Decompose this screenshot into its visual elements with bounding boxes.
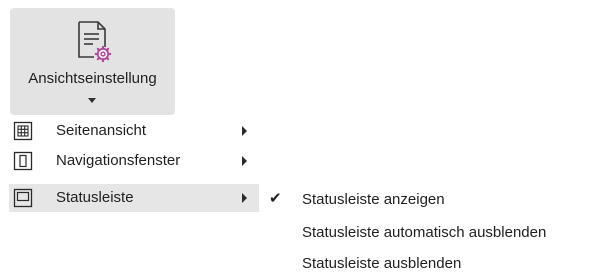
chevron-right-icon (242, 156, 247, 166)
submenu-item-label: Statusleiste automatisch ausblenden (302, 224, 547, 241)
submenu-item-hide-status-bar[interactable]: Statusleiste ausblenden (259, 249, 592, 279)
menu-item-navigation-pane[interactable]: Navigationsfenster (9, 147, 259, 175)
navigation-pane-icon (13, 151, 33, 171)
submenu-item-label: Statusleiste anzeigen (302, 191, 445, 208)
checkmark-icon: ✔ (269, 190, 282, 207)
status-bar-submenu: ✔ Statusleiste anzeigen Statusleiste aut… (259, 185, 592, 280)
menu-item-status-bar[interactable]: Statusleiste (9, 184, 259, 212)
view-settings-label: Ansichtseinstellung (28, 70, 157, 87)
menu-item-label: Statusleiste (56, 189, 134, 206)
chevron-down-icon (88, 98, 96, 103)
grid-view-icon (13, 121, 33, 141)
chevron-right-icon (242, 193, 247, 203)
menu-item-page-view[interactable]: Seitenansicht (9, 117, 259, 145)
submenu-item-show-status-bar[interactable]: ✔ Statusleiste anzeigen (259, 185, 592, 215)
view-settings-button[interactable]: Ansichtseinstellung (10, 8, 175, 115)
submenu-item-label: Statusleiste ausblenden (302, 255, 462, 272)
menu-item-label: Navigationsfenster (56, 152, 181, 169)
view-settings-menu: Seitenansicht Navigationsfenster Statusl… (9, 117, 259, 213)
submenu-item-auto-hide-status-bar[interactable]: Statusleiste automatisch ausblenden (259, 218, 592, 248)
document-settings-icon (78, 21, 112, 62)
chevron-right-icon (242, 126, 247, 136)
status-bar-icon (13, 188, 33, 208)
menu-item-label: Seitenansicht (56, 122, 147, 139)
